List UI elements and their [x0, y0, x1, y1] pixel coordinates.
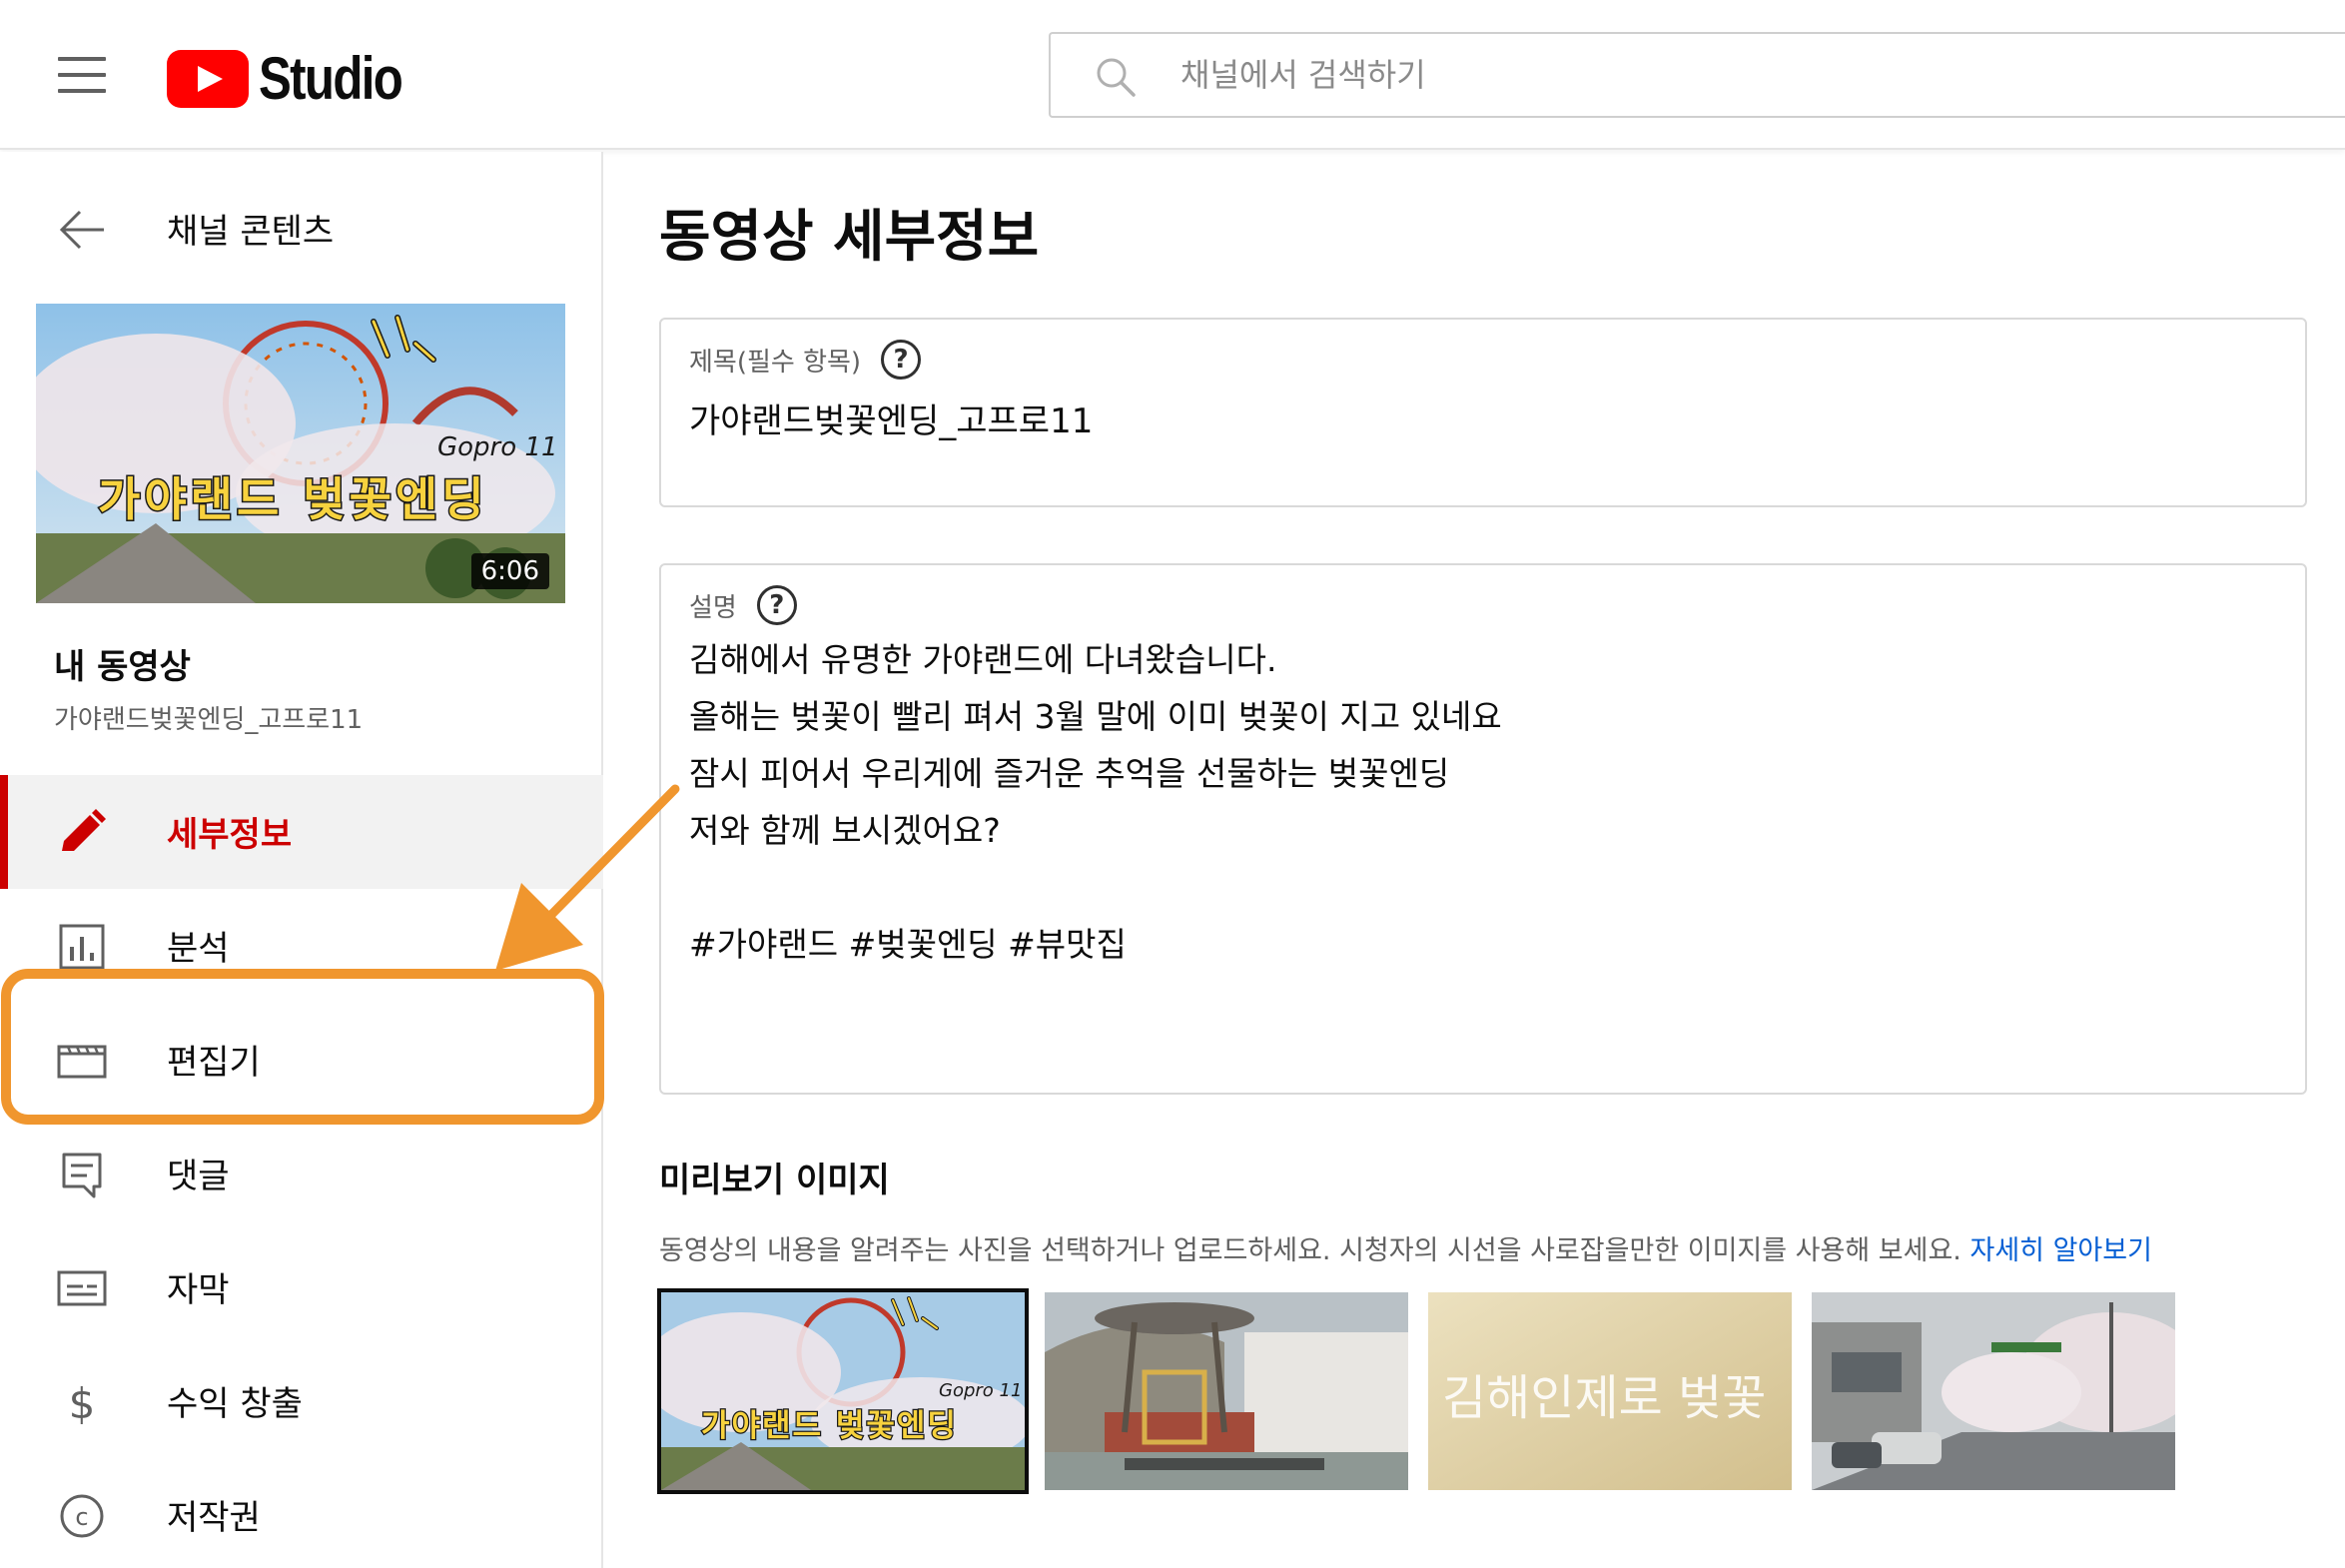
sidebar-item-comments[interactable]: 댓글 [0, 1117, 603, 1230]
description-line: 저와 함께 보시겠어요? [689, 811, 1001, 850]
description-textarea[interactable]: 김해에서 유명한 가야랜드에 다녀왔습니다. 올해는 벚꽃이 빨리 펴서 3월 … [689, 631, 1502, 973]
thumbnail-caption-big: 가야랜드 벚꽃엔딩 [701, 1408, 958, 1444]
description-label-row: 설명 ? [689, 585, 797, 625]
thumbnail-section-description: 동영상의 내용을 알려주는 사진을 선택하거나 업로드하세요. 시청자의 시선을… [659, 1228, 2152, 1267]
title-input[interactable]: 가야랜드벚꽃엔딩_고프로11 [689, 393, 1093, 442]
thumbnail-image [1045, 1292, 1408, 1490]
thumbnail-section-heading: 미리보기 이미지 [659, 1161, 890, 1200]
search-icon [1097, 58, 1136, 97]
analytics-icon [59, 924, 105, 970]
sidebar: 채널 콘텐츠 Gopro 11 가야랜드 벚꽃엔딩 6:06 내 동영상 가야랜… [0, 152, 603, 1568]
title-label: 제목(필수 항목) [689, 347, 862, 378]
sidebar-item-copyright[interactable]: c 저작권 [0, 1458, 603, 1568]
sidebar-item-editor[interactable]: 편집기 [0, 1003, 603, 1117]
subtitles-icon [57, 1270, 107, 1306]
thumbnail-option-1[interactable]: Gopro 11 가야랜드 벚꽃엔딩 [657, 1288, 1029, 1494]
help-icon[interactable]: ? [756, 585, 797, 625]
description-label: 설명 [689, 592, 737, 623]
sidebar-item-label: 수익 창출 [167, 1384, 303, 1424]
thumbnail-caption-small: Gopro 11 [437, 432, 558, 462]
description-line [689, 859, 1502, 916]
sidebar-item-label: 분석 [167, 929, 230, 969]
sidebar-item-label: 저작권 [167, 1498, 261, 1538]
search-box[interactable] [1049, 32, 2345, 118]
description-line: 올해는 벚꽃이 빨리 펴서 3월 말에 이미 벚꽃이 지고 있네요 [689, 697, 1502, 736]
help-icon[interactable]: ? [881, 340, 922, 380]
video-name: 가야랜드벚꽃엔딩_고프로11 [54, 705, 364, 735]
description-line: 잠시 피어서 우리게에 즐거운 추억을 선물하는 벚꽃엔딩 [689, 754, 1450, 793]
thumbnail-option-3[interactable]: 김해인제로 벚꽃 [1428, 1292, 1792, 1490]
pencil-icon [62, 809, 106, 851]
back-arrow-icon [59, 210, 104, 250]
thumbnail-help-text: 동영상의 내용을 알려주는 사진을 선택하거나 업로드하세요. 시청자의 시선을… [659, 1235, 1961, 1266]
dollar-icon: $ [69, 1379, 96, 1426]
video-thumbnail[interactable]: Gopro 11 가야랜드 벚꽃엔딩 6:06 [36, 304, 565, 603]
back-to-channel-content[interactable]: 채널 콘텐츠 [0, 200, 603, 260]
thumbnail-option-4[interactable] [1812, 1292, 2175, 1490]
thumbnail-caption-big: 가야랜드 벚꽃엔딩 [98, 472, 488, 526]
thumbnail-image [1812, 1292, 2175, 1490]
sidebar-item-label: 편집기 [167, 1043, 261, 1083]
learn-more-link[interactable]: 자세히 알아보기 [1969, 1235, 2151, 1266]
thumbnail-caption-small: Gopro 11 [939, 1380, 1022, 1401]
description-field[interactable]: 설명 ? 김해에서 유명한 가야랜드에 다녀왔습니다. 올해는 벚꽃이 빨리 펴… [659, 563, 2307, 1095]
comment-icon [62, 1153, 102, 1198]
title-field[interactable]: 제목(필수 항목) ? 가야랜드벚꽃엔딩_고프로11 [659, 318, 2307, 507]
sidebar-item-label: 자막 [167, 1270, 230, 1310]
sidebar-item-analytics[interactable]: 분석 [0, 889, 603, 1003]
thumbnail-image: Gopro 11 가야랜드 벚꽃엔딩 [661, 1292, 1025, 1490]
top-bar: Studio [0, 0, 2345, 150]
studio-logo[interactable]: Studio [167, 44, 433, 113]
svg-text:c: c [75, 1503, 88, 1531]
hamburger-menu-icon[interactable] [58, 57, 106, 93]
title-label-row: 제목(필수 항목) ? [689, 340, 922, 380]
youtube-play-icon [167, 49, 249, 108]
my-video-heading: 내 동영상 [54, 647, 191, 687]
page-title: 동영상 세부정보 [659, 205, 1040, 270]
description-line: #가야랜드 #벚꽃엔딩 #뷰맛집 [689, 925, 1127, 964]
thumbnail-overlay-text: 김해인제로 벚꽃 [1442, 1370, 1767, 1426]
sidebar-item-monetization[interactable]: $ 수익 창출 [0, 1344, 603, 1458]
svg-text:$: $ [69, 1379, 96, 1426]
sidebar-item-details[interactable]: 세부정보 [0, 775, 603, 889]
back-label: 채널 콘텐츠 [167, 212, 335, 252]
sidebar-item-subtitles[interactable]: 자막 [0, 1230, 603, 1344]
clapperboard-icon [57, 1045, 107, 1079]
copyright-icon: c [60, 1494, 104, 1538]
thumbnail-option-2[interactable] [1045, 1292, 1408, 1490]
description-line: 김해에서 유명한 가야랜드에 다녀왔습니다. [689, 640, 1277, 679]
sidebar-nav: 세부정보 분석 편집기 댓글 자막 $ 수익 창출 c 저작권 [0, 775, 603, 1568]
search-input[interactable] [1180, 34, 2279, 116]
main-content: 동영상 세부정보 제목(필수 항목) ? 가야랜드벚꽃엔딩_고프로11 설명 ?… [605, 152, 2345, 1568]
sidebar-item-label: 댓글 [167, 1157, 230, 1196]
duration-badge: 6:06 [470, 553, 549, 589]
sidebar-item-label: 세부정보 [167, 815, 293, 855]
logo-text: Studio [259, 45, 403, 112]
